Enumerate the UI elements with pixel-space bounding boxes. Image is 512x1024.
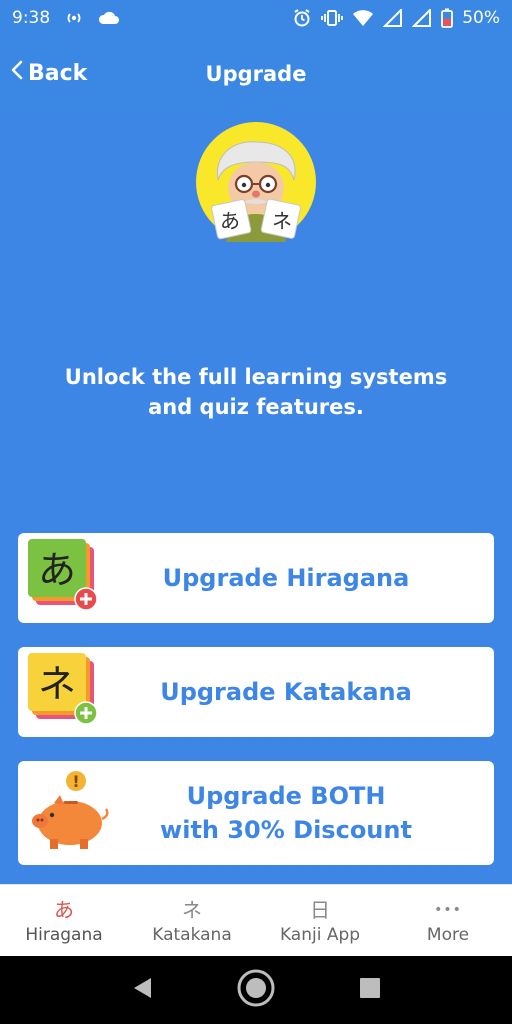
katakana-tab-icon: ネ [182,897,202,922]
system-home-button[interactable] [236,968,276,1012]
system-recents-button[interactable] [359,977,381,1003]
more-dots-icon: ••• [434,901,462,918]
tab-katakana-label: Katakana [152,924,232,945]
signal-icon-2 [412,9,432,27]
professor-avatar: あ ネ [196,122,316,242]
avatar-card-right: ネ [272,209,292,233]
upgrade-katakana-button[interactable]: ネ Upgrade Katakana [18,647,494,737]
main-content: あ ネ Unlock the full learning systems and… [0,118,512,884]
svg-text:あ: あ [38,548,76,592]
tab-hiragana[interactable]: あ Hiragana [0,885,128,956]
upgrade-both-button[interactable]: ! Upgrade BOTH with 30% Discount [18,761,494,865]
tab-hiragana-label: Hiragana [25,924,103,945]
hotspot-icon [64,10,84,26]
cloud-icon [98,11,120,25]
katakana-card-plus-icon: ネ [28,653,102,731]
upgrade-both-line2: with 30% Discount [160,816,412,844]
hiragana-tab-icon: あ [54,897,74,922]
app-header: Back Upgrade [0,36,512,118]
battery-percent: 50% [462,8,500,28]
tab-kanji-app[interactable]: 日 Kanji App [256,885,384,956]
signal-icon [383,9,403,27]
system-back-button[interactable] [131,976,153,1004]
discount-text: 30% Discount [227,816,412,844]
tab-kanji-app-label: Kanji App [279,924,361,945]
home-circle-icon [236,968,276,1012]
bottom-nav: あ Hiragana ネ Katakana 日 Kanji App ••• Mo… [0,884,512,956]
battery-icon [441,8,454,28]
upgrade-both-line1: Upgrade BOTH [186,782,386,810]
kanji-tab-icon: 日 [310,897,330,922]
svg-text:ネ: ネ [38,662,76,706]
upgrade-hiragana-button[interactable]: あ Upgrade Hiragana [18,533,494,623]
tab-more-label: More [426,924,470,945]
piggy-bank-icon: ! [28,769,112,857]
vibrate-icon [321,9,344,27]
triangle-back-icon [131,976,153,1004]
wifi-icon [352,9,374,27]
tab-more[interactable]: ••• More [384,885,512,956]
tab-katakana[interactable]: ネ Katakana [128,885,256,956]
svg-text:!: ! [72,772,79,791]
tagline: Unlock the full learning systems and qui… [64,365,448,419]
system-nav-bar [0,956,512,1024]
alarm-icon [292,8,312,28]
page-title: Upgrade [205,62,307,86]
hiragana-card-plus-icon: あ [28,539,102,617]
status-time: 9:38 [12,8,51,28]
square-recents-icon [359,977,381,1003]
avatar-card-left: あ [220,209,240,233]
status-bar: 9:38 50% [0,0,512,36]
